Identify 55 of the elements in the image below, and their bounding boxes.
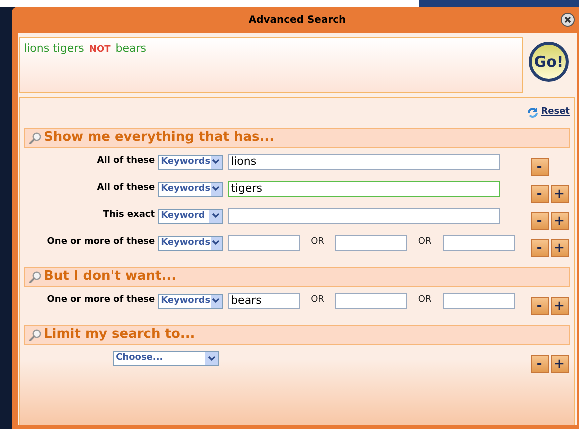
magnifier-icon xyxy=(29,328,42,342)
add-button[interactable]: + xyxy=(550,297,569,315)
chevron-down-icon xyxy=(210,294,222,308)
query-term: bears xyxy=(116,41,146,57)
refresh-icon xyxy=(527,107,540,119)
dropdown[interactable]: Keywords xyxy=(158,154,224,170)
remove-button[interactable]: - xyxy=(530,158,549,176)
or-label: OR xyxy=(417,236,433,250)
add-button[interactable]: + xyxy=(550,239,569,257)
row-label: All of these xyxy=(97,155,156,168)
remove-button[interactable]: - xyxy=(530,355,549,373)
close-icon[interactable] xyxy=(561,13,575,27)
remove-button[interactable]: - xyxy=(530,239,549,257)
or-label: OR xyxy=(310,294,326,308)
section-title: But I don't want... xyxy=(44,268,177,286)
text-field[interactable] xyxy=(228,208,500,224)
text-field[interactable] xyxy=(335,235,408,251)
reset-link[interactable]: Reset xyxy=(541,106,570,120)
section-title: Show me everything that has... xyxy=(44,129,275,148)
row-label: One or more of these xyxy=(47,236,156,249)
add-button[interactable]: + xyxy=(550,212,569,230)
row-label: One or more of these xyxy=(47,294,156,307)
section-title: Limit my search to... xyxy=(44,326,196,344)
magnifier-icon xyxy=(29,270,42,284)
dropdown[interactable]: Keywords xyxy=(158,236,224,250)
row-label: All of these xyxy=(97,182,156,195)
magnifier-icon xyxy=(29,132,42,144)
remove-button[interactable]: - xyxy=(530,297,549,315)
text-field[interactable]: lions xyxy=(228,154,500,170)
dropdown[interactable]: Choose... xyxy=(113,351,220,366)
or-label: OR xyxy=(310,236,326,250)
go-button[interactable]: Go! xyxy=(529,42,569,82)
row-label: This exact xyxy=(103,209,156,222)
chevron-down-icon xyxy=(210,182,222,196)
dropdown[interactable]: Keyword xyxy=(158,208,224,224)
chevron-down-icon xyxy=(210,236,222,250)
remove-button[interactable]: - xyxy=(530,185,549,203)
chevron-down-icon xyxy=(210,156,222,168)
add-button[interactable]: + xyxy=(550,185,569,203)
query-term: lions tigers xyxy=(24,41,84,57)
chevron-down-icon xyxy=(205,352,218,365)
text-field[interactable]: bears xyxy=(228,293,300,309)
remove-button[interactable]: - xyxy=(530,212,549,230)
text-field[interactable] xyxy=(335,293,408,309)
text-field[interactable] xyxy=(442,235,515,251)
text-field[interactable] xyxy=(442,293,515,309)
or-label: OR xyxy=(417,294,433,308)
add-button[interactable]: + xyxy=(550,355,569,373)
text-field[interactable] xyxy=(228,235,300,251)
dropdown[interactable]: Keywords xyxy=(158,294,224,308)
chevron-down-icon xyxy=(209,210,222,222)
text-field[interactable]: tigers xyxy=(228,181,500,197)
query-operator: NOT xyxy=(89,44,111,57)
dropdown[interactable]: Keywords xyxy=(158,182,224,196)
window-title: Advanced Search xyxy=(248,14,346,28)
